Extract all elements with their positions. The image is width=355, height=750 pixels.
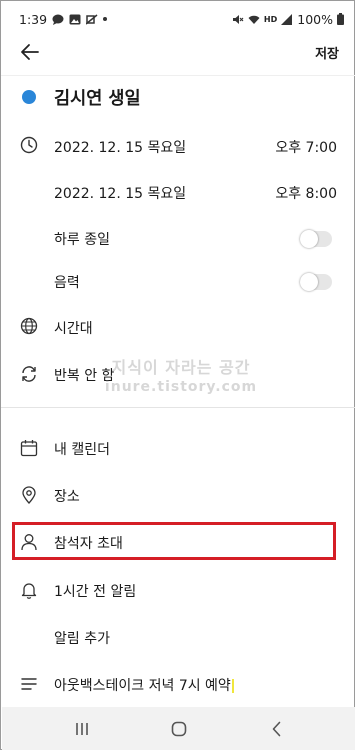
battery-percent: 100% bbox=[297, 11, 333, 27]
section-divider bbox=[1, 407, 355, 408]
watermark-line1: 지식이 자라는 공간 bbox=[111, 358, 251, 377]
add-reminder-label[interactable]: 알림 추가 bbox=[54, 628, 110, 648]
memo-text[interactable]: 아웃백스테이크 저녁 7시 예약 bbox=[54, 675, 234, 695]
event-title-row[interactable]: 김시연 생일 bbox=[1, 83, 355, 113]
lunar-label: 음력 bbox=[54, 275, 80, 291]
back-nav-icon[interactable] bbox=[267, 719, 287, 739]
calendar-label[interactable]: 내 캘린더 bbox=[54, 439, 110, 459]
gallery-notification-icon bbox=[69, 14, 81, 24]
all-day-label: 하루 종일 bbox=[54, 232, 110, 248]
toggle-knob bbox=[300, 273, 318, 291]
chat-notification-icon bbox=[52, 14, 64, 25]
globe-icon bbox=[20, 317, 38, 335]
start-time[interactable]: 오후 7:00 bbox=[275, 137, 337, 157]
start-datetime-row: 2022. 12. 15 목요일 오후 7:00 bbox=[1, 132, 355, 162]
end-datetime-row: 2022. 12. 15 목요일 오후 8:00 bbox=[1, 178, 355, 208]
add-reminder-row[interactable]: 알림 추가 bbox=[1, 622, 355, 652]
battery-icon bbox=[337, 13, 344, 25]
top-toolbar: 저장 bbox=[1, 37, 355, 67]
bell-icon bbox=[21, 583, 37, 599]
location-pin-icon bbox=[22, 486, 36, 504]
location-row[interactable]: 장소 bbox=[1, 480, 355, 510]
timezone-label[interactable]: 시간대 bbox=[54, 318, 93, 338]
start-date[interactable]: 2022. 12. 15 목요일 bbox=[54, 137, 186, 157]
end-date[interactable]: 2022. 12. 15 목요일 bbox=[54, 183, 186, 203]
more-notifications-dot bbox=[103, 17, 108, 21]
timezone-row[interactable]: 시간대 bbox=[1, 312, 355, 342]
lunar-toggle[interactable] bbox=[300, 273, 332, 291]
reminder-row[interactable]: 1시간 전 알림 bbox=[1, 575, 355, 605]
signal-icon bbox=[281, 13, 293, 25]
memo-row[interactable]: 아웃백스테이크 저녁 7시 예약 bbox=[1, 669, 355, 699]
highlight-annotation-box bbox=[12, 522, 336, 560]
all-day-toggle[interactable] bbox=[300, 230, 332, 248]
watermark-line2: inure.tistory.com bbox=[104, 379, 258, 395]
calendar-icon bbox=[20, 440, 38, 457]
repeat-icon bbox=[22, 366, 36, 382]
app-frame: 1:39 HD 100% 저장 김시연 생일 2022. 12. 15 목요일 … bbox=[0, 0, 355, 750]
no-media-notification-icon bbox=[86, 13, 98, 25]
calendar-row[interactable]: 내 캘린더 bbox=[1, 433, 355, 463]
event-color-dot[interactable] bbox=[22, 90, 36, 104]
memo-lines-icon bbox=[21, 678, 37, 690]
event-title[interactable]: 김시연 생일 bbox=[54, 85, 141, 110]
wifi-icon bbox=[248, 15, 260, 24]
status-time: 1:39 bbox=[19, 11, 48, 27]
clock-icon bbox=[20, 136, 38, 154]
arrow-left-icon[interactable] bbox=[19, 41, 41, 63]
home-icon[interactable] bbox=[169, 719, 189, 739]
mute-icon bbox=[232, 14, 244, 24]
memo-value: 아웃백스테이크 저녁 7시 예약 bbox=[54, 678, 231, 694]
lunar-row: 음력 bbox=[1, 266, 355, 296]
recent-apps-icon[interactable] bbox=[72, 719, 92, 739]
save-button[interactable]: 저장 bbox=[315, 43, 339, 62]
end-time[interactable]: 오후 8:00 bbox=[275, 183, 337, 203]
location-label[interactable]: 장소 bbox=[54, 486, 80, 506]
reminder-label[interactable]: 1시간 전 알림 bbox=[54, 581, 136, 601]
status-bar: 1:39 HD 100% bbox=[1, 1, 355, 37]
watermark: 지식이 자라는 공간 inure.tistory.com bbox=[101, 354, 261, 395]
toggle-knob bbox=[300, 230, 318, 248]
system-nav-bar bbox=[2, 707, 355, 750]
text-cursor bbox=[231, 679, 234, 693]
network-type-label: HD bbox=[263, 14, 278, 24]
divider bbox=[1, 75, 355, 76]
all-day-row: 하루 종일 bbox=[1, 223, 355, 253]
